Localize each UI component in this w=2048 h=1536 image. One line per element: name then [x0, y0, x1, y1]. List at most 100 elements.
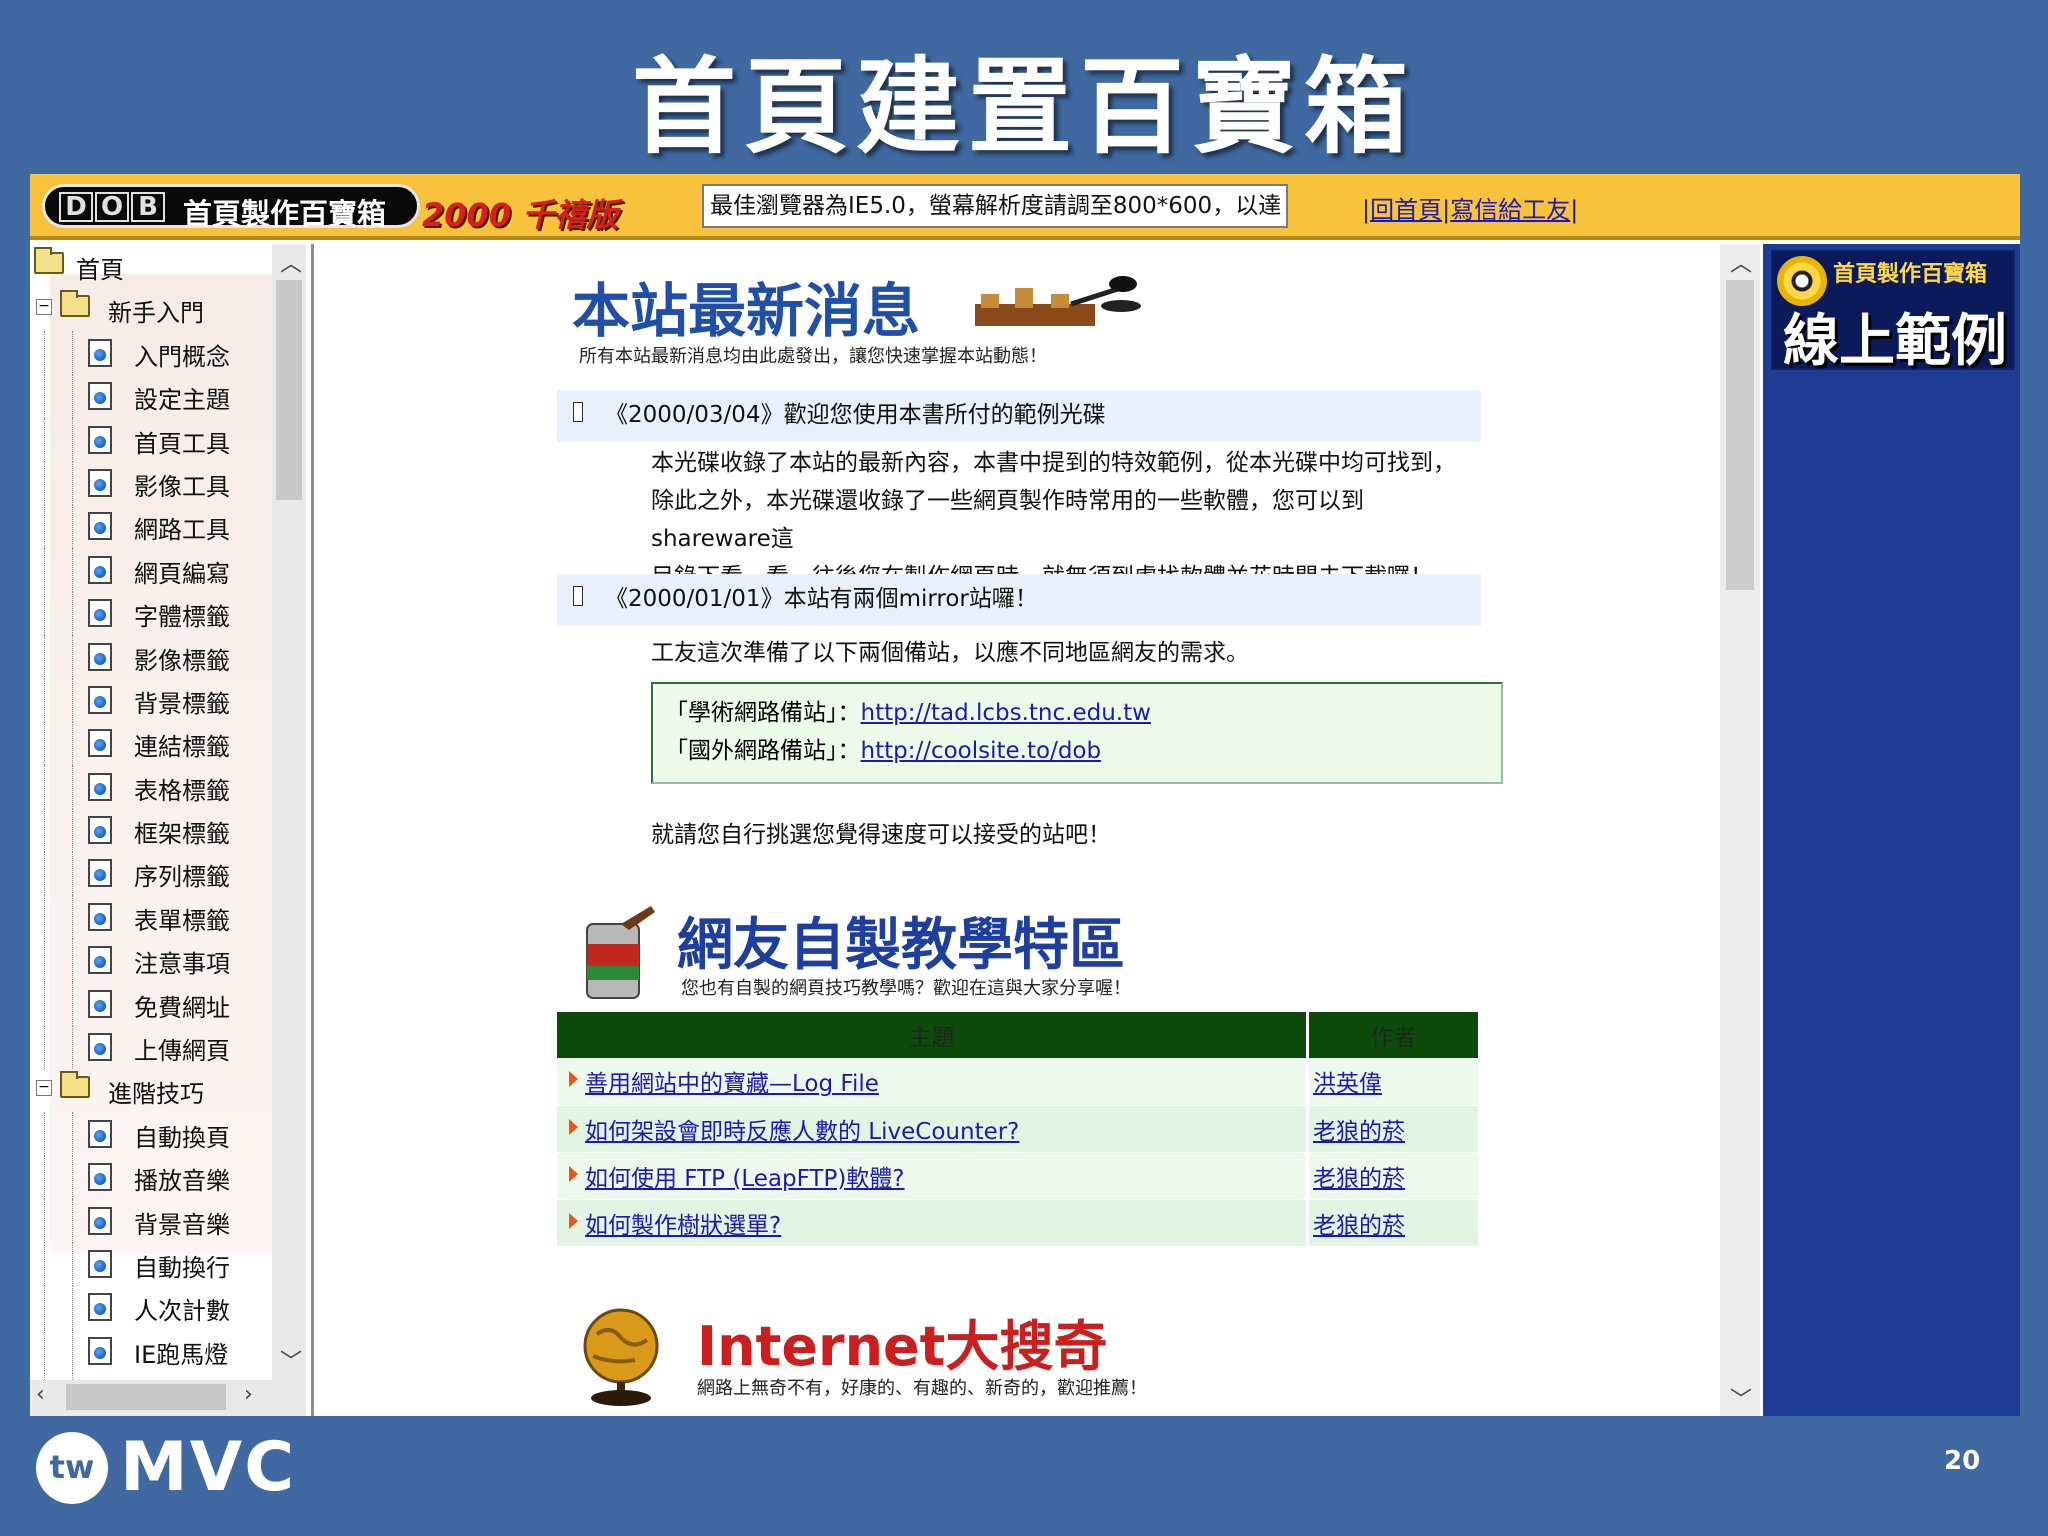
- home-link[interactable]: 回首頁: [1370, 196, 1442, 224]
- news-headline-text: 《2000/01/01》本站有兩個mirror站囉！: [605, 586, 1038, 612]
- tree-item[interactable]: 影像工具: [30, 460, 286, 505]
- tree-line: [72, 1328, 73, 1373]
- marquee-box: 最佳瀏覽器為IE5.0，螢幕解析度請調至800*600，以達: [702, 184, 1288, 228]
- tree-item[interactable]: 上傳網頁: [30, 1025, 286, 1070]
- main-scroll-thumb[interactable]: [1726, 280, 1754, 590]
- tree-line: [72, 1025, 73, 1070]
- news-headline: 《2000/03/04》歡迎您使用本書所付的範例光碟: [557, 390, 1481, 442]
- scroll-right-icon[interactable]: ›: [244, 1382, 253, 1407]
- tree-group-label: 進階技巧: [108, 1080, 204, 1109]
- tree-item[interactable]: 連結標籤: [30, 721, 286, 766]
- search-title: Internet大搜奇: [697, 1315, 1108, 1378]
- tree-item[interactable]: 序列標籤: [30, 851, 286, 896]
- tree-item-label: 影像工具: [134, 472, 230, 501]
- tutorial-link[interactable]: 如何使用 FTP (LeapFTP)軟體?: [585, 1166, 905, 1192]
- online-small-text: 首頁製作百寶箱: [1833, 262, 1988, 287]
- tree-line: [44, 1328, 45, 1373]
- scroll-up-icon[interactable]: ︿: [280, 246, 302, 278]
- tree-item-label: 網路工具: [134, 516, 230, 545]
- mail-link[interactable]: 寫信給工友: [1450, 196, 1570, 224]
- logo-letter-o: O: [95, 192, 129, 222]
- tree-item[interactable]: 表格標籤: [30, 764, 286, 809]
- tree-scroll-thumb[interactable]: [276, 280, 302, 500]
- tree-item-label: 免費網址: [134, 993, 230, 1022]
- collapse-icon[interactable]: −: [36, 1080, 52, 1097]
- tree-item[interactable]: 背景標籤: [30, 677, 286, 722]
- collapse-icon[interactable]: −: [36, 299, 52, 316]
- tree-item[interactable]: 背景音樂: [30, 1198, 286, 1243]
- tree-line: [72, 1155, 73, 1200]
- author-link[interactable]: 洪英偉: [1313, 1071, 1382, 1097]
- tree-line: [44, 894, 45, 939]
- mirror-box: 「學術網路備站」：http://tad.lcbs.tnc.edu.tw 「國外網…: [651, 682, 1503, 784]
- tree-item[interactable]: 設定主題: [30, 374, 286, 419]
- news-body-line: 本光碟收錄了本站的最新內容，本書中提到的特效範例，從本光碟中均可找到，: [651, 450, 1456, 476]
- mirror-label: 「學術網路備站」：: [665, 700, 861, 726]
- tree-line: [44, 981, 45, 1026]
- tree-item[interactable]: 網路工具: [30, 504, 286, 549]
- tree-item[interactable]: 人次計數: [30, 1285, 286, 1330]
- tree-root[interactable]: 首頁: [30, 244, 286, 287]
- scroll-down-icon[interactable]: ﹀: [1730, 1382, 1752, 1414]
- tree-line: [72, 634, 73, 679]
- logo-letter-b: B: [131, 192, 165, 222]
- tree-item-label: 自動換行: [134, 1253, 230, 1282]
- tree-line: [44, 1111, 45, 1156]
- tree-line: [72, 417, 73, 462]
- tree-item[interactable]: 注意事項: [30, 938, 286, 983]
- page-icon: [88, 425, 112, 454]
- tree-item[interactable]: 影像標籤: [30, 634, 286, 679]
- tree-item[interactable]: 首頁工具: [30, 417, 286, 462]
- tutorial-link[interactable]: 如何製作樹狀選單?: [585, 1213, 781, 1239]
- tree-item[interactable]: 網頁編寫: [30, 547, 286, 592]
- tree-item[interactable]: 免費網址: [30, 981, 286, 1026]
- author-link[interactable]: 老狼的菸: [1313, 1119, 1405, 1145]
- tutorials-table: 主題 作者 善用網站中的寶藏—Log File 洪英偉 如何架設會即時反應人數的…: [557, 1012, 1481, 1247]
- news-title: 本站最新消息: [572, 277, 921, 345]
- tree-hscroll-thumb[interactable]: [66, 1384, 226, 1410]
- author-link[interactable]: 老狼的菸: [1313, 1213, 1405, 1239]
- tree-item[interactable]: 入門概念: [30, 330, 286, 375]
- tree-item[interactable]: IE跑馬燈: [30, 1328, 286, 1373]
- tutorial-link[interactable]: 如何架設會即時反應人數的 LiveCounter?: [585, 1119, 1019, 1145]
- author-link[interactable]: 老狼的菸: [1313, 1166, 1405, 1192]
- mirror-link[interactable]: http://coolsite.to/dob: [861, 738, 1102, 764]
- page-icon: [88, 816, 112, 845]
- tree-item[interactable]: 自動換行: [30, 1241, 286, 1286]
- page-icon: [88, 946, 112, 975]
- page-icon: [88, 1249, 112, 1278]
- tree-line: [44, 1285, 45, 1330]
- tree-line: [44, 764, 45, 809]
- tree-line: [44, 851, 45, 896]
- tree-line: [44, 1155, 45, 1200]
- scroll-left-icon[interactable]: ‹: [36, 1382, 45, 1407]
- tree-group[interactable]: − 新手入門: [30, 287, 286, 330]
- tree-item[interactable]: 字體標籤: [30, 591, 286, 636]
- browser-screenshot: D O B 首頁製作百寶箱 2000 千禧版 最佳瀏覽器為IE5.0，螢幕解析度…: [30, 174, 2020, 1416]
- tree-line: [72, 981, 73, 1026]
- nav-tree: 首頁 − 新手入門 入門概念 設定主題 首頁工具影像工具網路工具 網頁編寫 字體標籤 影像標籤…: [30, 244, 286, 1416]
- tree-horizontal-scrollbar[interactable]: ‹ ›: [30, 1380, 306, 1416]
- site-logo[interactable]: D O B 首頁製作百寶箱: [42, 184, 420, 231]
- tree-item[interactable]: 表單標籤: [30, 894, 286, 939]
- tree-vertical-scrollbar[interactable]: ︿ ﹀: [272, 244, 306, 1380]
- tree-line: [72, 460, 73, 505]
- mirror-link[interactable]: http://tad.lcbs.tnc.edu.tw: [861, 700, 1151, 726]
- tree-group[interactable]: − 進階技巧: [30, 1068, 286, 1111]
- scroll-up-icon[interactable]: ︿: [1730, 246, 1752, 278]
- column-header-author: 作者: [1307, 1012, 1481, 1058]
- tree-item[interactable]: 框架標籤: [30, 808, 286, 853]
- site-banner: D O B 首頁製作百寶箱 2000 千禧版 最佳瀏覽器為IE5.0，螢幕解析度…: [30, 174, 2020, 240]
- main-vertical-scrollbar[interactable]: ︿ ﹀: [1720, 244, 1760, 1416]
- online-examples-button[interactable]: 首頁製作百寶箱 線上範例: [1771, 250, 2015, 374]
- folder-icon: [34, 247, 64, 274]
- footer-logo: tw MVC: [36, 1428, 296, 1507]
- tree-item[interactable]: 自動換頁: [30, 1111, 286, 1156]
- scroll-down-icon[interactable]: ﹀: [280, 1344, 302, 1376]
- news-headline-text: 《2000/03/04》歡迎您使用本書所付的範例光碟: [605, 402, 1106, 428]
- page-icon: [88, 685, 112, 714]
- telegraph-icon: [975, 276, 1141, 326]
- page-icon: [88, 555, 112, 584]
- tutorial-link[interactable]: 善用網站中的寶藏—Log File: [585, 1071, 879, 1097]
- tree-item[interactable]: 播放音樂: [30, 1155, 286, 1200]
